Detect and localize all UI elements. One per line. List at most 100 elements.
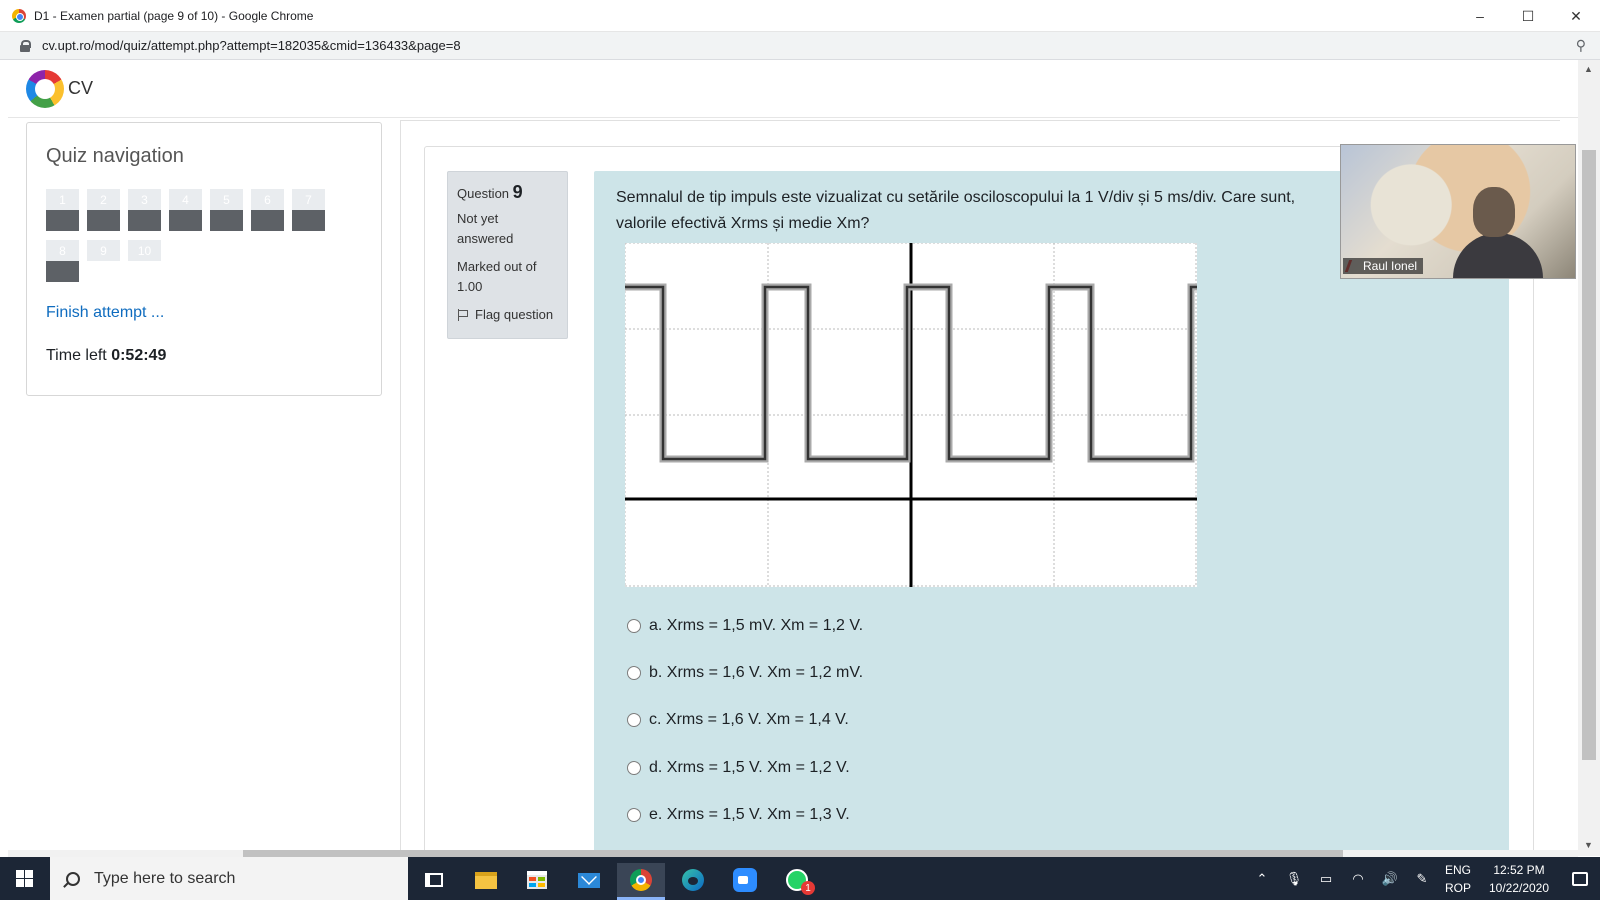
input-language[interactable]: ENG ROP: [1438, 861, 1478, 897]
quiz-nav-question-5[interactable]: 5: [210, 189, 243, 233]
radio-button[interactable]: [627, 713, 641, 727]
answer-option-a[interactable]: a. Xrms = 1,5 mV. Xm = 1,2 V.: [627, 617, 863, 635]
answer-label: d. Xrms = 1,5 V. Xm = 1,2 V.: [649, 759, 850, 776]
scroll-down-icon[interactable]: ▼: [1584, 840, 1593, 850]
close-button[interactable]: ✕: [1552, 0, 1600, 32]
vertical-scrollbar[interactable]: ▲ ▼: [1578, 60, 1600, 856]
answer-option-e[interactable]: e. Xrms = 1,5 V. Xm = 1,3 V.: [627, 806, 850, 824]
question-number: 4: [169, 189, 202, 210]
finish-attempt-link[interactable]: Finish attempt ...: [46, 304, 164, 322]
volume-icon[interactable]: 🔊: [1374, 871, 1406, 887]
window-title: D1 - Examen partial (page 9 of 10) - Goo…: [34, 8, 314, 23]
scrollbar-thumb[interactable]: [1582, 150, 1596, 760]
task-view-button[interactable]: [410, 863, 458, 897]
search-placeholder: Type here to search: [94, 869, 236, 887]
clock[interactable]: 12:52 PM 10/22/2020: [1478, 861, 1560, 897]
question-grade: Marked out of 1.00: [457, 259, 537, 294]
question-state: [128, 261, 161, 282]
quiz-nav-question-7[interactable]: 7: [292, 189, 325, 233]
participant-name: Raul Ionel: [1343, 258, 1424, 274]
site-logo[interactable]: [26, 70, 64, 108]
radio-button[interactable]: [627, 761, 641, 775]
mail-button[interactable]: [565, 863, 613, 897]
answer-label: c. Xrms = 1,6 V. Xm = 1,4 V.: [649, 711, 849, 728]
question-number: 7: [292, 189, 325, 210]
quiz-nav-question-1[interactable]: 1: [46, 189, 79, 233]
oscilloscope-waveform: [624, 242, 1197, 587]
flag-icon: [457, 308, 469, 321]
zoom-app-button[interactable]: [721, 863, 769, 897]
radio-button[interactable]: [627, 808, 641, 822]
pen-icon[interactable]: ✎: [1406, 871, 1438, 887]
zoom-app-icon: [733, 868, 757, 892]
participant-body: [1453, 233, 1543, 278]
chrome-taskbar-button[interactable]: [617, 863, 665, 900]
start-button[interactable]: [0, 857, 48, 900]
battery-icon[interactable]: ▭: [1310, 871, 1342, 887]
zoom-icon[interactable]: ⚲: [1576, 37, 1586, 54]
question-state: [210, 210, 243, 231]
question-state: [46, 210, 79, 231]
question-text: Semnalul de tip impuls este vizualizat c…: [616, 189, 1296, 232]
edge-icon: [682, 869, 704, 891]
quiz-nav-question-4[interactable]: 4: [169, 189, 202, 233]
question-number: 5: [210, 189, 243, 210]
address-bar[interactable]: cv.upt.ro/mod/quiz/attempt.php?attempt=1…: [0, 32, 1600, 60]
clock-time: 12:52 PM: [1493, 862, 1545, 877]
windows-icon: [15, 870, 33, 887]
question-state: [128, 210, 161, 231]
scrollbar-thumb[interactable]: [243, 850, 1343, 857]
quiz-nav-question-3[interactable]: 3: [128, 189, 161, 233]
radio-button[interactable]: [627, 619, 641, 633]
window-controls: – ☐ ✕: [1456, 0, 1600, 32]
quiz-nav-question-8[interactable]: 8: [46, 240, 79, 284]
horizontal-scrollbar[interactable]: [8, 850, 1578, 857]
answer-option-c[interactable]: c. Xrms = 1,6 V. Xm = 1,4 V.: [627, 711, 849, 729]
wifi-icon[interactable]: ◠: [1342, 871, 1374, 887]
maximize-button[interactable]: ☐: [1504, 0, 1552, 32]
taskbar-search-box[interactable]: Type here to search: [50, 857, 408, 900]
language-code: ENG: [1444, 862, 1471, 877]
edge-button[interactable]: [669, 863, 717, 897]
question-number: 2: [87, 189, 120, 210]
quiz-nav-question-10[interactable]: 10: [128, 240, 161, 284]
flag-question-button[interactable]: Flag question: [457, 307, 558, 322]
site-name[interactable]: CV: [68, 78, 93, 99]
question-number: 9: [512, 182, 523, 202]
lock-icon[interactable]: [20, 39, 31, 52]
question-number: 3: [128, 189, 161, 210]
system-tray: ⌃ 🎙 ▭ ◠ 🔊 ✎ ENG ROP 12:52 PM 10/22/2020: [1246, 857, 1600, 900]
question-state: [46, 261, 79, 282]
question-number: 9: [87, 240, 120, 261]
question-state: [87, 261, 120, 282]
question-state: [169, 210, 202, 231]
question-state: [87, 210, 120, 231]
show-hidden-icons-icon[interactable]: ⌃: [1246, 871, 1278, 887]
quiz-nav-question-2[interactable]: 2: [87, 189, 120, 233]
radio-button[interactable]: [627, 666, 641, 680]
search-icon: [66, 871, 80, 886]
quiz-nav-question-9[interactable]: 9: [87, 240, 120, 284]
store-icon: [527, 871, 547, 889]
keyboard-layout: ROP: [1444, 880, 1471, 895]
microphone-icon[interactable]: 🎙: [1278, 871, 1310, 887]
minimize-button[interactable]: –: [1456, 0, 1504, 32]
oscilloscope-image: [624, 242, 1197, 587]
url-text[interactable]: cv.upt.ro/mod/quiz/attempt.php?attempt=1…: [42, 38, 461, 53]
question-state: Not yet answered: [457, 211, 514, 246]
question-state: [251, 210, 284, 231]
whatsapp-button[interactable]: 1: [773, 863, 821, 897]
file-explorer-button[interactable]: [462, 863, 510, 897]
answer-option-d[interactable]: d. Xrms = 1,5 V. Xm = 1,2 V.: [627, 759, 850, 777]
answer-option-b[interactable]: b. Xrms = 1,6 V. Xm = 1,2 mV.: [627, 664, 863, 682]
quiz-nav-question-6[interactable]: 6: [251, 189, 284, 233]
action-center-button[interactable]: [1560, 871, 1600, 886]
participant-head: [1473, 187, 1515, 237]
store-button[interactable]: [513, 863, 561, 897]
scroll-up-icon[interactable]: ▲: [1584, 64, 1593, 74]
video-call-overlay[interactable]: Raul Ionel: [1340, 144, 1576, 279]
quiz-navigation-block: Quiz navigation 1 2 3 4 5 6 7 8 9 10 Fin…: [26, 122, 382, 396]
mail-icon: [578, 872, 600, 888]
browser-title-bar: D1 - Examen partial (page 9 of 10) - Goo…: [0, 0, 1600, 32]
task-view-icon: [425, 873, 443, 887]
